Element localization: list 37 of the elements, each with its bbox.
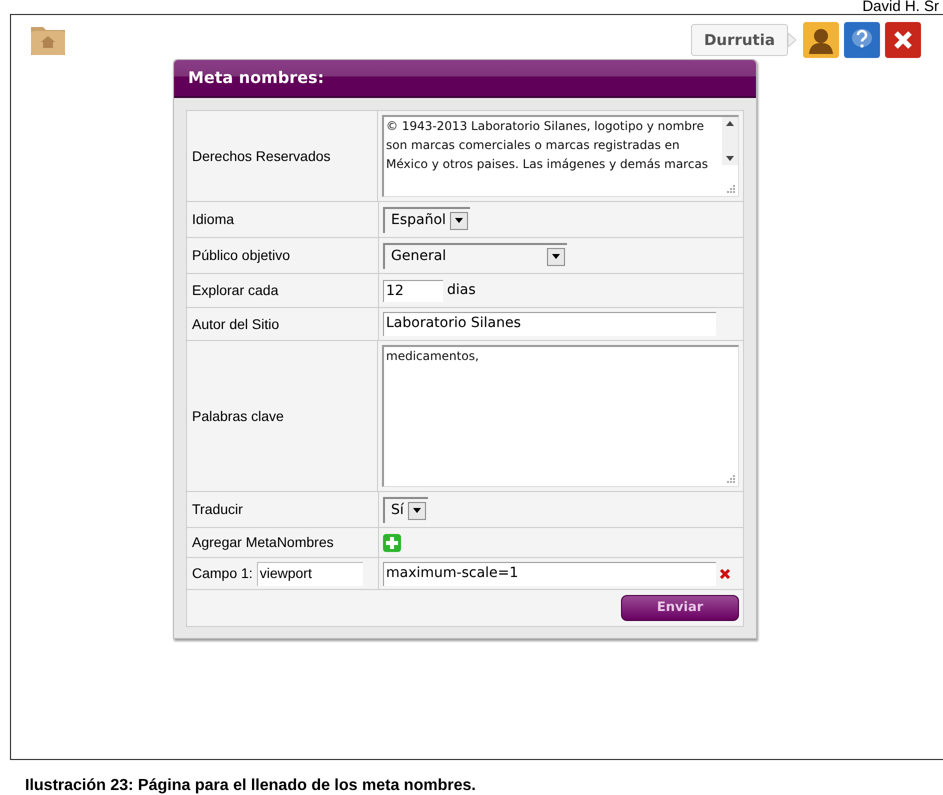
scroll-down-icon[interactable] [726, 156, 734, 161]
field-label: Explorar cada [192, 281, 278, 300]
field-label: Derechos Reservados [192, 146, 331, 166]
field-label: Agregar MetaNombres [192, 533, 334, 552]
select-dropdown[interactable]: General [383, 242, 567, 268]
text-field[interactable]: maximum-scale=1 [383, 562, 716, 586]
text-area[interactable]: medicamentos, [382, 345, 739, 487]
document-header: David H. Sr [862, 0, 940, 14]
scroll-up-icon[interactable] [726, 121, 734, 126]
panel-title: Meta nombres: [188, 67, 324, 89]
unit-label: dias [447, 281, 476, 300]
field-label: Idioma [192, 210, 234, 229]
select-dropdown[interactable]: Sí [383, 496, 428, 522]
pointer-icon [788, 33, 796, 47]
field-label: Palabras clave [192, 406, 284, 426]
user-icon[interactable] [803, 22, 839, 58]
add-icon[interactable] [383, 534, 401, 552]
help-icon[interactable] [844, 22, 880, 58]
close-icon[interactable] [885, 22, 921, 58]
submit-button[interactable]: Enviar [621, 595, 739, 621]
scrollbar[interactable] [722, 117, 738, 165]
text-area-value: © 1943-2013 Laboratorio Silanes, logotipo y nombre son marcas comerciales o marcas registradas en México y otros paises. Las imágenes y demás marcas [385, 118, 710, 173]
field-label: Campo 1: [192, 564, 253, 583]
resize-grip-icon[interactable] [726, 474, 736, 484]
select-dropdown[interactable]: Español [383, 206, 470, 232]
field-label: Autor del Sitio [192, 314, 280, 334]
field-label: Traducir [192, 500, 243, 519]
text-area-value: medicamentos, [385, 348, 480, 365]
text-area[interactable]: © 1943-2013 Laboratorio Silanes, logotipo y nombre son marcas comerciales o marcas registradas en México y otros paises. Las imágenes y demás marcas [382, 115, 739, 197]
delete-icon[interactable] [720, 568, 730, 578]
figure-caption: Ilustración 23: Página para el llenado de los meta nombres. [25, 777, 476, 794]
resize-grip-icon[interactable] [726, 184, 736, 194]
number-field[interactable]: 12 [383, 280, 443, 302]
field-label: Público objetivo [192, 246, 290, 265]
text-field[interactable]: Laboratorio Silanes [383, 312, 716, 336]
name-field[interactable]: viewport [256, 562, 363, 586]
user-name-tag: Durrutia [690, 24, 788, 56]
